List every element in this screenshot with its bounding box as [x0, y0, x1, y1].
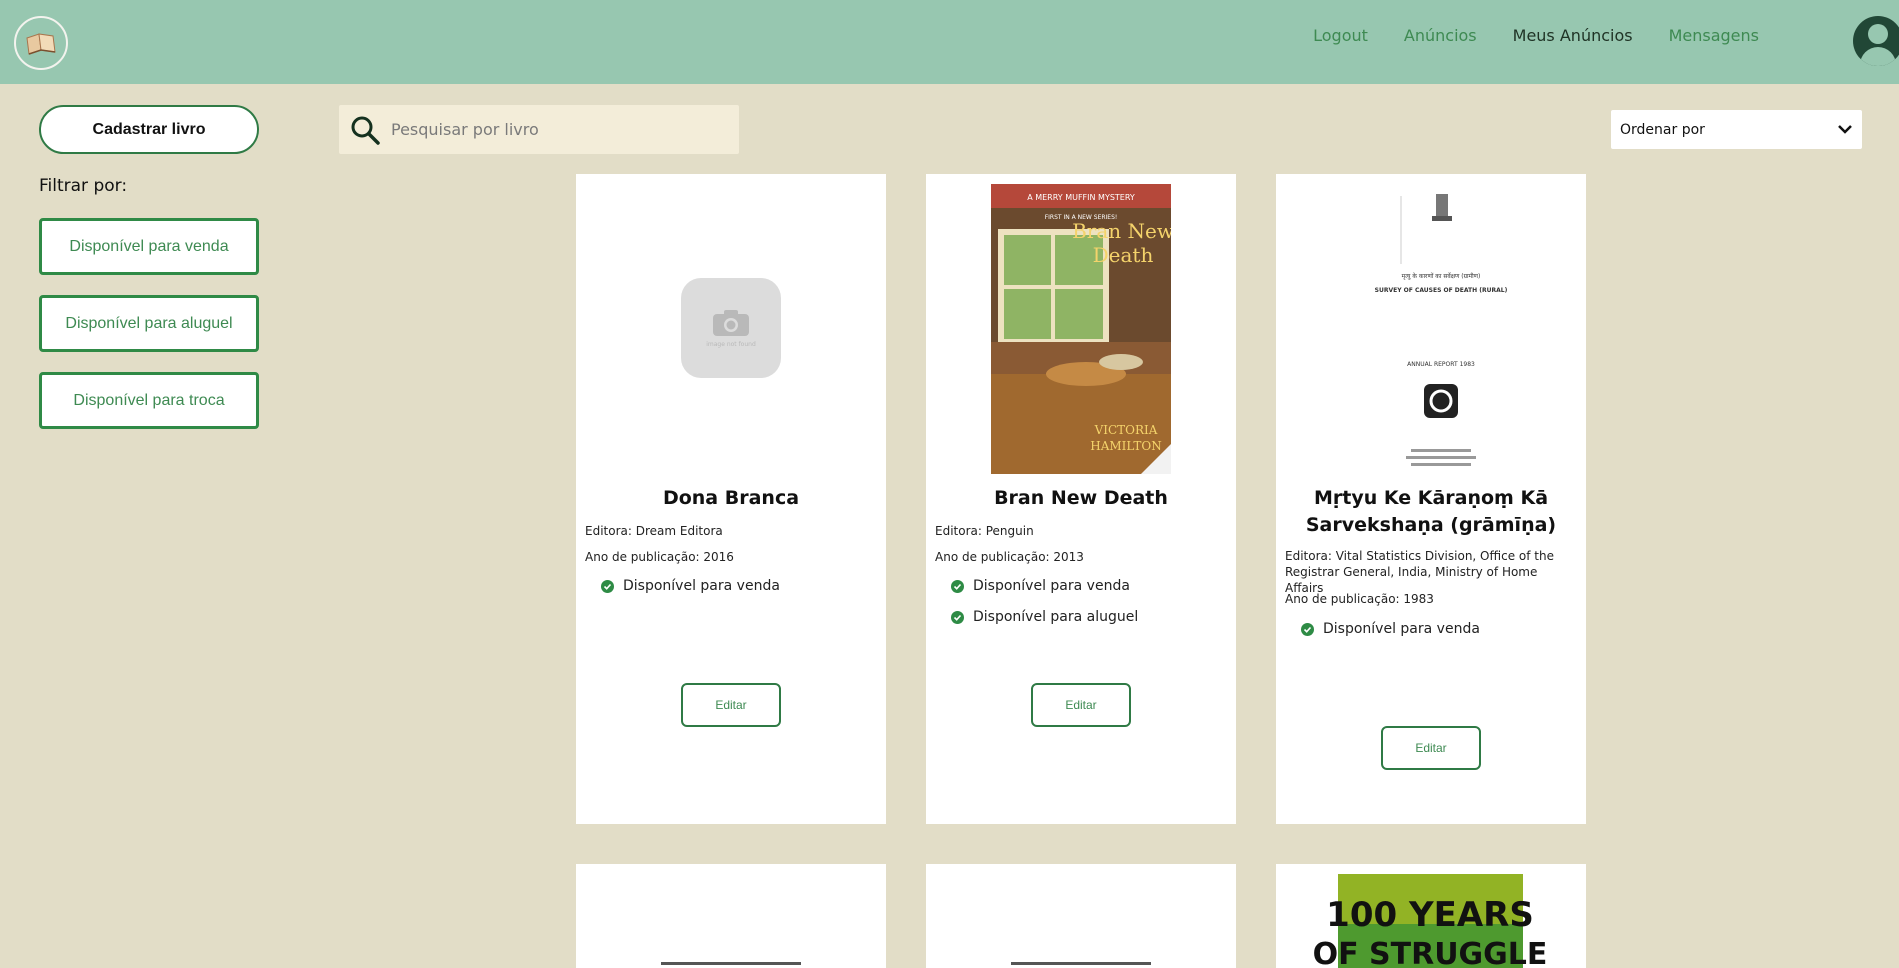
- edit-button[interactable]: Editar: [681, 683, 781, 727]
- register-book-button[interactable]: Cadastrar livro: [39, 105, 259, 154]
- filter-rent-button[interactable]: Disponível para aluguel: [39, 295, 259, 352]
- availability-item: Disponível para venda: [951, 578, 1130, 594]
- book-cover-image: [661, 962, 801, 965]
- camera-icon: [713, 310, 749, 336]
- cover-line-2: OF STRUGGLE: [1313, 937, 1548, 968]
- nav-mensagens[interactable]: Mensagens: [1669, 26, 1759, 45]
- book-cover: image not found: [576, 184, 886, 474]
- book-year: Ano de publicação: 2016: [585, 550, 734, 564]
- cover-title-2: Death: [1093, 243, 1154, 267]
- availability-label: Disponível para venda: [623, 578, 780, 594]
- image-not-found-text: image not found: [706, 341, 756, 348]
- availability-label: Disponível para aluguel: [973, 609, 1139, 625]
- availability-item: Disponível para venda: [1301, 621, 1480, 637]
- nav-logout[interactable]: Logout: [1313, 26, 1368, 45]
- top-navbar: Logout Anúncios Meus Anúncios Mensagens: [0, 0, 1899, 84]
- cover-author-1: VICTORIA: [1094, 423, 1158, 437]
- book-title: Bran New Death: [994, 487, 1168, 509]
- main-nav: Logout Anúncios Meus Anúncios Mensagens: [1313, 26, 1759, 45]
- book-cover-image: A MERRY MUFFIN MYSTERY FIRST IN A NEW SE…: [991, 184, 1171, 474]
- cover-hindi-title: मृत्यु के कारणों का सर्वेक्षण (ग्रामीण): [1402, 272, 1481, 280]
- check-icon: [951, 579, 964, 593]
- edit-button[interactable]: Editar: [1381, 726, 1481, 770]
- book-publisher: Editora: Vital Statistics Division, Offi…: [1285, 549, 1554, 595]
- availability-label: Disponível para venda: [973, 578, 1130, 594]
- book-cover: मृत्यु के कारणों का सर्वेक्षण (ग्रामीण) …: [1276, 184, 1586, 474]
- book-year: Ano de publicação: 1983: [1285, 592, 1434, 606]
- availability-label: Disponível para venda: [1323, 621, 1480, 637]
- book-card: [926, 864, 1236, 968]
- book-icon: [26, 33, 56, 55]
- search-icon[interactable]: [349, 114, 381, 146]
- cover-report: ANNUAL REPORT 1983: [1407, 361, 1475, 368]
- book-year: Ano de publicação: 2013: [935, 550, 1084, 564]
- nav-anuncios[interactable]: Anúncios: [1404, 26, 1477, 45]
- chevron-down-icon: [1838, 125, 1852, 134]
- availability-item: Disponível para aluguel: [951, 609, 1138, 625]
- nav-meus-anuncios[interactable]: Meus Anúncios: [1513, 26, 1633, 45]
- check-icon: [1301, 622, 1314, 636]
- search-bar: [339, 105, 739, 154]
- edit-button[interactable]: Editar: [1031, 683, 1131, 727]
- sort-select[interactable]: Ordenar por: [1611, 110, 1862, 149]
- availability-item: Disponível para venda: [601, 578, 780, 594]
- cover-banner: A MERRY MUFFIN MYSTERY: [1027, 193, 1135, 202]
- filter-trade-button[interactable]: Disponível para troca: [39, 372, 259, 429]
- book-card: मृत्यु के कारणों का सर्वेक्षण (ग्रामीण) …: [1276, 174, 1586, 824]
- book-cover: A MERRY MUFFIN MYSTERY FIRST IN A NEW SE…: [926, 184, 1236, 474]
- book-title: Mṛtyu Ke Kāraṇoṃ Kā Sarvekshaṇa (grāmīṇa…: [1305, 487, 1557, 536]
- sort-label: Ordenar por: [1620, 121, 1705, 138]
- cover-line-1: 100 YEARS: [1326, 895, 1534, 935]
- check-icon: [951, 610, 964, 624]
- search-input[interactable]: [391, 120, 711, 139]
- cover-heading: SURVEY OF CAUSES OF DEATH (RURAL): [1375, 287, 1508, 294]
- book-cover-image: 100 YEARS OF STRUGGLE: [1313, 874, 1548, 968]
- image-placeholder: image not found: [681, 278, 781, 378]
- user-icon-body: [1860, 47, 1896, 66]
- book-cover-image: मृत्यु के कारणों का सर्वेक्षण (ग्रामीण) …: [1341, 184, 1521, 474]
- filter-sale-button[interactable]: Disponível para venda: [39, 218, 259, 275]
- book-card: image not found Dona Branca Editora: Dre…: [576, 174, 886, 824]
- book-publisher: Editora: Dream Editora: [585, 524, 723, 538]
- logo[interactable]: [14, 16, 68, 70]
- book-card: [576, 864, 886, 968]
- book-cover-image: [1011, 962, 1151, 965]
- book-card: A MERRY MUFFIN MYSTERY FIRST IN A NEW SE…: [926, 174, 1236, 824]
- user-icon-head: [1868, 24, 1888, 44]
- book-card: 100 YEARS OF STRUGGLE: [1276, 864, 1586, 968]
- user-avatar[interactable]: [1853, 16, 1899, 66]
- book-publisher: Editora: Penguin: [935, 524, 1034, 538]
- cover-author-2: HAMILTON: [1090, 439, 1162, 453]
- check-icon: [601, 579, 614, 593]
- cover-title-1: Bran New: [1072, 219, 1171, 243]
- book-title: Dona Branca: [662, 487, 800, 509]
- filter-title: Filtrar por:: [39, 176, 128, 196]
